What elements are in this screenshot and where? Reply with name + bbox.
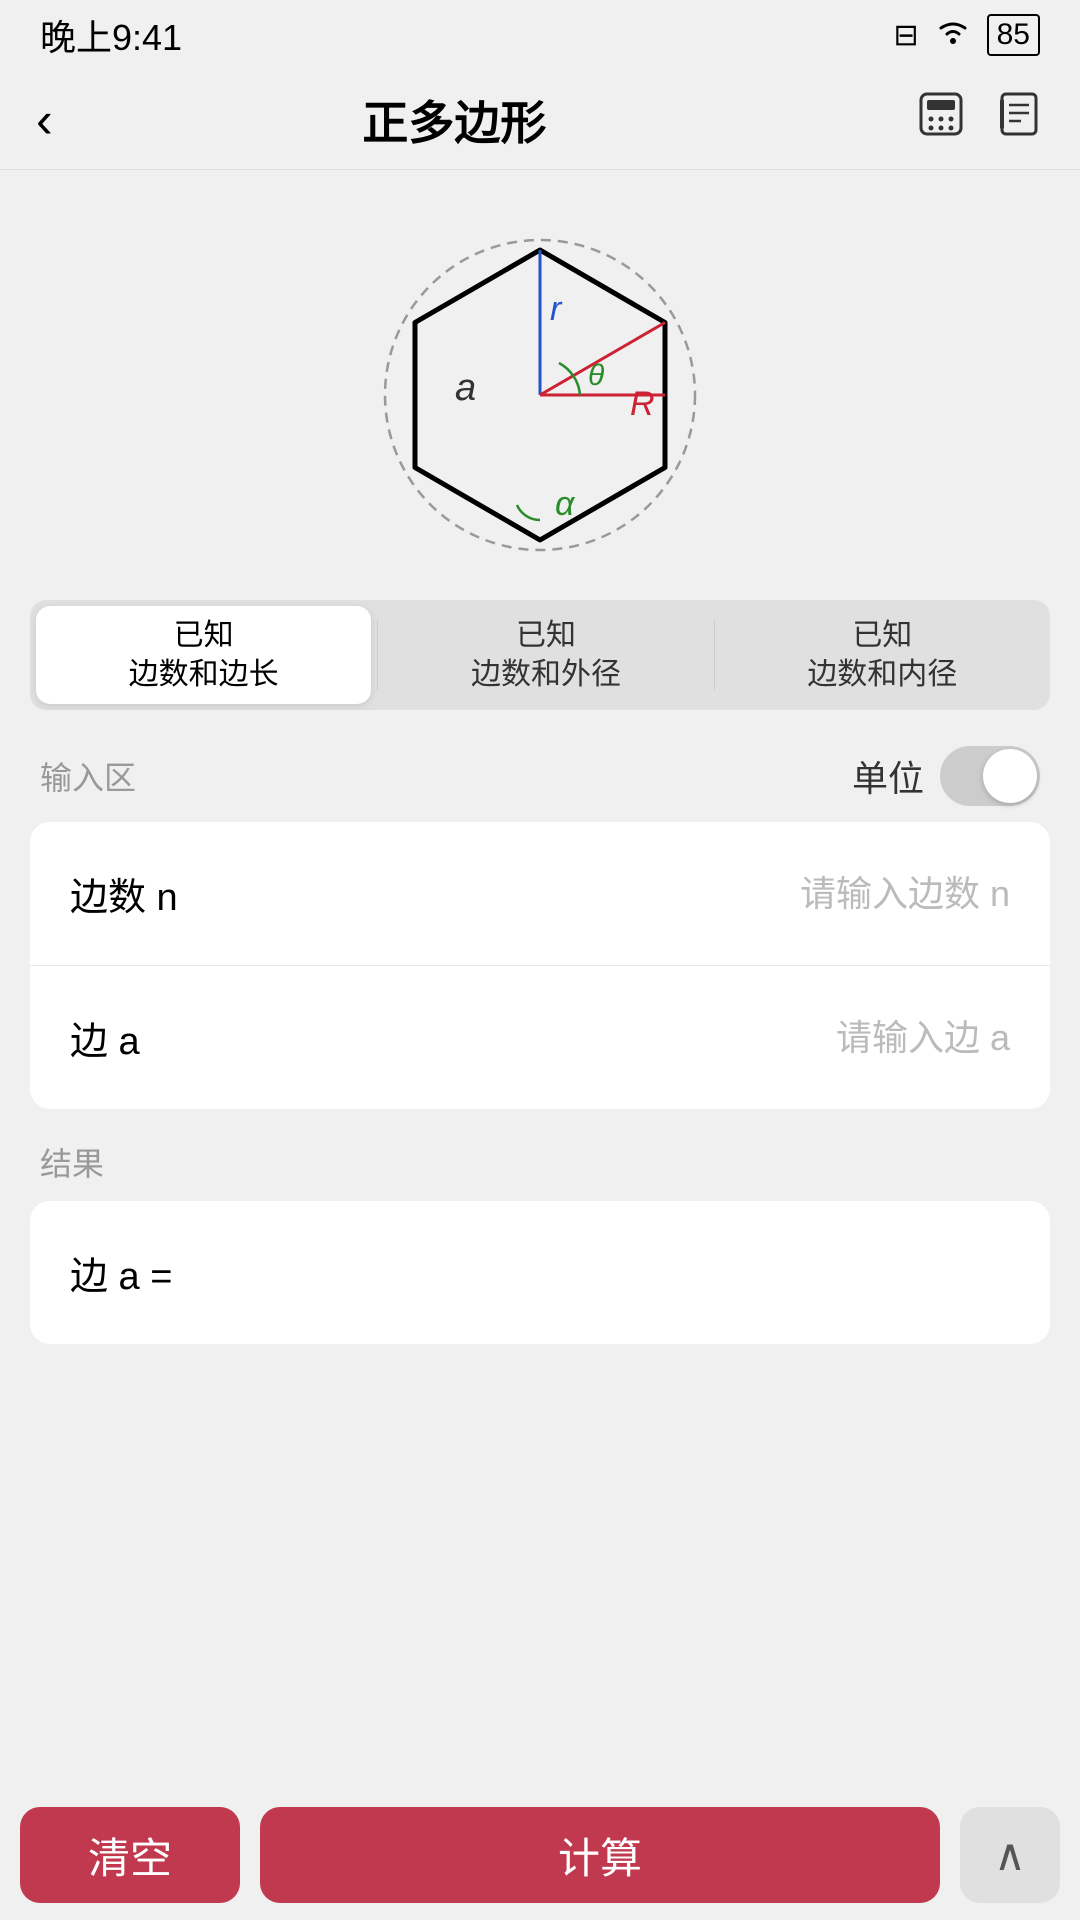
battery-icon: ⊟ [893,18,918,53]
page-title: 正多边形 [73,87,836,153]
unit-label: 单位 [852,750,924,802]
diagram-area: a r R θ α [0,170,1080,600]
svg-text:θ: θ [588,359,605,392]
svg-text:R: R [630,385,655,423]
scroll-up-button[interactable]: ∧ [960,1807,1060,1903]
status-time: 晚上9:41 [40,9,182,61]
sides-input[interactable] [270,873,1010,915]
calculate-button[interactable]: 计算 [260,1807,940,1903]
input-card: 边数 n 边 a [30,822,1050,1109]
chevron-up-icon: ∧ [994,1830,1026,1881]
side-a-label: 边 a [70,1010,270,1065]
results-label: 结果 [0,1139,1080,1201]
svg-text:α: α [555,485,576,523]
back-button[interactable]: ‹ [36,91,73,149]
svg-text:r: r [550,290,563,328]
battery-level-icon: 85 [987,14,1040,56]
svg-text:a: a [455,367,476,409]
tab-sides-inner[interactable]: 已知 边数和内径 [715,600,1050,710]
result-card: 边 a = [30,1201,1050,1344]
status-icons: ⊟ 85 [893,14,1040,56]
tabs-container: 已知 边数和边长 已知 边数和外径 已知 边数和内径 [30,600,1050,710]
wifi-icon [935,16,971,54]
results-section: 结果 边 a = [0,1139,1080,1344]
status-bar: 晚上9:41 ⊟ 85 [0,0,1080,70]
tab-sides-length[interactable]: 已知 边数和边长 [36,606,371,704]
bottom-bar: 清空 计算 ∧ [0,1790,1080,1920]
header-action-icons [916,89,1044,151]
polygon-diagram: a r R θ α [260,200,820,580]
unit-row: 单位 [852,746,1040,806]
side-a-input[interactable] [270,1017,1010,1059]
calculator-icon[interactable] [916,89,966,151]
input-section-label: 输入区 [40,753,136,799]
notebook-icon[interactable] [994,89,1044,151]
toggle-knob [983,749,1037,803]
input-row-sides: 边数 n [30,822,1050,965]
sides-label: 边数 n [70,866,270,921]
clear-button[interactable]: 清空 [20,1807,240,1903]
result-row-a: 边 a = [70,1245,1010,1300]
tab-sides-outer[interactable]: 已知 边数和外径 [378,600,713,710]
input-section-header: 输入区 单位 [0,710,1080,822]
input-row-side-a: 边 a [30,965,1050,1109]
unit-toggle[interactable] [940,746,1040,806]
header: ‹ 正多边形 [0,70,1080,170]
